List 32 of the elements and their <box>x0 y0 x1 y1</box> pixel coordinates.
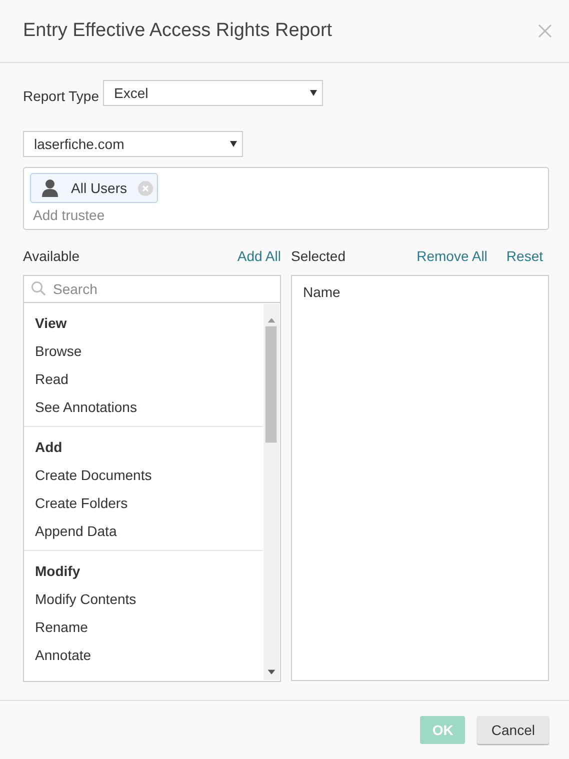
add-all-link[interactable]: Add All <box>237 248 281 264</box>
permission-item[interactable]: Create Folders <box>35 489 252 517</box>
permission-item[interactable]: Annotate <box>35 641 252 669</box>
caret-icon <box>310 90 318 96</box>
trustee-token[interactable]: All Users <box>30 173 158 203</box>
action-link[interactable]: Reset <box>506 248 543 264</box>
domain-dropdown[interactable]: laserfiche.com <box>23 131 243 157</box>
caret-icon <box>230 141 237 147</box>
permission-item[interactable]: Browse <box>35 337 252 365</box>
scrollbar[interactable] <box>263 304 280 680</box>
close-icon[interactable] <box>538 24 552 38</box>
add-trustee-input[interactable]: Add trustee <box>30 203 236 225</box>
group-heading: Modify <box>35 562 82 581</box>
user-icon <box>42 179 58 197</box>
search-field[interactable]: Search <box>23 275 281 303</box>
report-type-label: Report Type <box>23 87 100 104</box>
action-link[interactable]: Remove All <box>416 248 488 264</box>
remove-icon[interactable] <box>138 180 154 196</box>
permission-item[interactable]: Modify Contents <box>35 585 252 613</box>
column-header: Name <box>303 284 342 300</box>
dialog-title: Entry Effective Access Rights Report <box>23 20 332 42</box>
group-heading: Add <box>35 438 64 457</box>
permission-item[interactable]: Rename <box>35 613 252 641</box>
report-type-dropdown[interactable]: Excel <box>103 80 324 106</box>
permission-item[interactable]: See Annotations <box>35 393 252 421</box>
selected-label: Selected <box>291 248 346 264</box>
group-heading: View <box>35 314 68 333</box>
permission-item[interactable]: Read <box>35 365 252 393</box>
permission-item[interactable]: Create Documents <box>35 461 252 489</box>
available-label: Available <box>23 248 80 264</box>
cancel-button[interactable]: Cancel <box>477 716 549 744</box>
permission-item[interactable]: Append Data <box>35 517 252 545</box>
